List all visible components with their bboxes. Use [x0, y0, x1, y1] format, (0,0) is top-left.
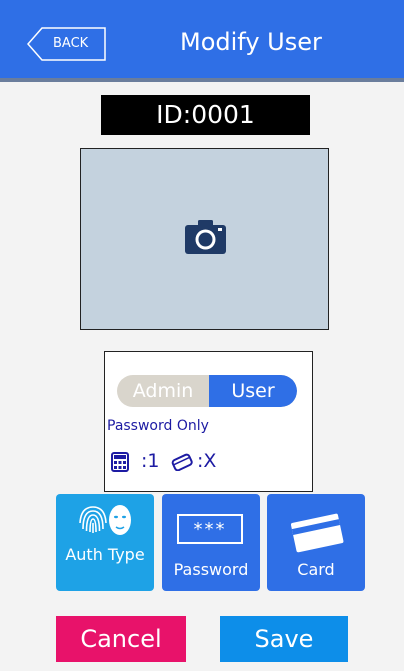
fingerprint-face-icon [79, 505, 131, 535]
auth-type-tile[interactable]: Auth Type [56, 494, 154, 591]
credential-counts: :1 :X [111, 450, 301, 476]
card-label: Card [297, 560, 335, 579]
keypad-icon [111, 452, 129, 472]
photo-capture-area[interactable] [80, 148, 329, 330]
header-bar: BACK Modify User [0, 0, 404, 78]
back-button-label: BACK [53, 36, 89, 51]
save-button[interactable]: Save [220, 616, 348, 662]
auth-mode-label: Password Only [107, 418, 209, 434]
card-count: :X [197, 450, 217, 472]
role-toggle[interactable]: Admin User [117, 375, 297, 407]
page-title: Modify User [180, 28, 322, 56]
card-icon [171, 453, 193, 471]
user-id-label: ID:0001 [101, 95, 310, 135]
camera-icon[interactable] [185, 220, 226, 254]
auth-type-label: Auth Type [65, 546, 145, 564]
card-icon [290, 513, 344, 553]
role-option-user[interactable]: User [209, 375, 297, 407]
password-count: :1 [141, 450, 160, 472]
cancel-button[interactable]: Cancel [56, 616, 186, 662]
password-mask-icon: *** [177, 514, 243, 544]
role-option-admin[interactable]: Admin [117, 375, 209, 407]
user-info-card: Admin User Password Only :1 :X [104, 351, 313, 492]
header-divider [0, 78, 404, 82]
card-tile[interactable]: Card [267, 494, 365, 591]
password-label: Password [173, 560, 249, 579]
password-tile[interactable]: *** Password [162, 494, 260, 591]
back-button[interactable]: BACK [27, 27, 107, 61]
